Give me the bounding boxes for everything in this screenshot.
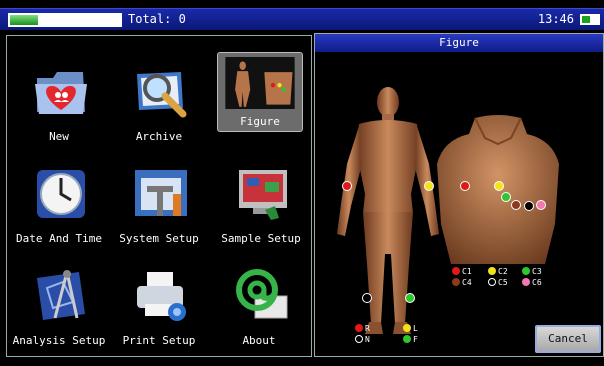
panel-title: Figure xyxy=(315,34,603,52)
progress-fill xyxy=(10,15,38,25)
electrode-r-dot xyxy=(342,181,352,191)
electrode-figure-icon xyxy=(225,57,295,109)
electrode-l-dot xyxy=(424,181,434,191)
electrode-c6-dot xyxy=(536,200,546,210)
menu-item-label: Print Setup xyxy=(122,334,196,347)
at-sign-icon xyxy=(236,269,288,319)
tools-icon xyxy=(135,170,187,216)
menu-item-label: Sample Setup xyxy=(221,232,301,245)
menu-item-label: Date And Time xyxy=(15,232,103,245)
total-count: Total: 0 xyxy=(128,12,186,26)
battery-icon xyxy=(580,14,600,25)
legend-label-c2: C2 xyxy=(498,267,508,276)
legend-label-f: F xyxy=(413,335,418,344)
menu-item-label: Archive xyxy=(135,130,183,143)
menu-item-system-setup[interactable]: System Setup xyxy=(111,156,207,252)
menu-item-figure[interactable]: Figure xyxy=(217,52,303,132)
figure-panel: Figure C1 C2 C3 C4 C5 C6 R L N F Cancel xyxy=(314,33,604,357)
electrode-f-dot xyxy=(405,293,415,303)
body-figure xyxy=(337,87,439,334)
main-menu: New Archive Figure Date And Time System … xyxy=(6,35,312,357)
status-bar: Total: 0 13:46 xyxy=(0,8,604,30)
menu-item-date-and-time[interactable]: Date And Time xyxy=(11,156,107,252)
legend-label-c5: C5 xyxy=(498,278,508,287)
electrode-c3-dot xyxy=(501,192,511,202)
sample-monitor-icon xyxy=(239,170,287,220)
menu-item-archive[interactable]: Archive xyxy=(111,54,207,150)
menu-item-new[interactable]: New xyxy=(11,54,107,150)
cancel-button[interactable]: Cancel xyxy=(535,325,601,353)
legend-label-n: N xyxy=(365,335,370,344)
menu-item-label: About xyxy=(242,334,276,347)
menu-item-label: Figure xyxy=(240,115,280,128)
electrode-c5-dot xyxy=(524,201,534,211)
clock-time: 13:46 xyxy=(537,12,574,26)
clock-icon xyxy=(37,170,85,218)
legend-label-c1: C1 xyxy=(462,267,472,276)
electrode-c1-dot xyxy=(460,181,470,191)
progress-bar xyxy=(8,13,122,27)
menu-item-label: New xyxy=(49,130,69,143)
limb-legend: R L N F xyxy=(355,324,435,348)
menu-item-sample-setup[interactable]: Sample Setup xyxy=(213,156,309,252)
menu-item-label: System Setup xyxy=(119,232,199,245)
legend-label-c4: C4 xyxy=(462,278,472,287)
legend-label-c3: C3 xyxy=(532,267,542,276)
menu-item-about[interactable]: About xyxy=(211,258,307,354)
menu-item-analysis-setup[interactable]: Analysis Setup xyxy=(11,258,107,354)
electrode-c4-dot xyxy=(511,200,521,210)
legend-label-r: R xyxy=(365,324,370,333)
menu-item-print-setup[interactable]: Print Setup xyxy=(111,258,207,354)
chest-legend: C1 C2 C3 C4 C5 C6 xyxy=(452,267,562,293)
magnifier-folder-icon xyxy=(137,72,187,118)
printer-gear-icon xyxy=(137,272,186,321)
legend-label-l: L xyxy=(413,324,418,333)
electrode-c2-dot xyxy=(494,181,504,191)
folder-heart-icon xyxy=(35,72,87,114)
legend-label-c6: C6 xyxy=(532,278,542,287)
compass-blueprint-icon xyxy=(37,270,85,320)
menu-item-label: Analysis Setup xyxy=(12,334,106,347)
electrode-n-dot xyxy=(362,293,372,303)
